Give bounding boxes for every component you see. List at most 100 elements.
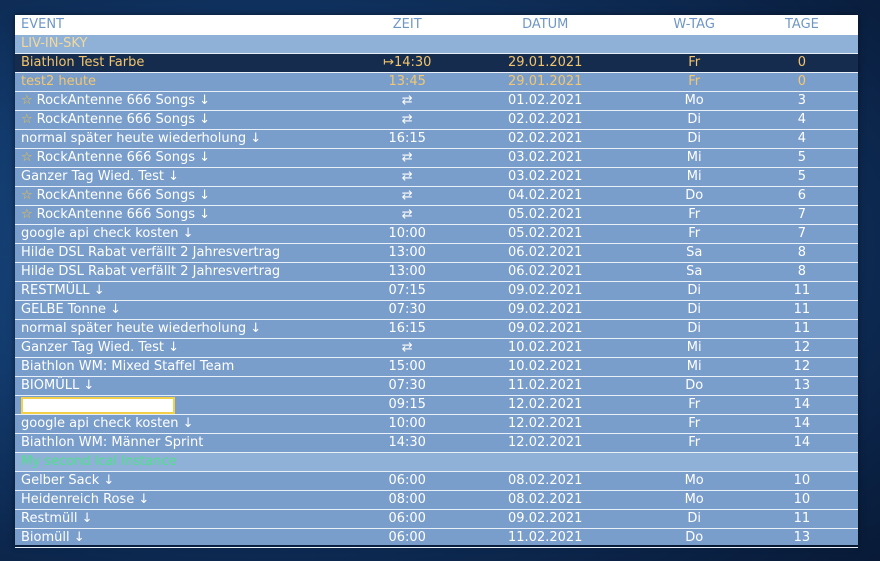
date-cell: 02.02.2021	[508, 131, 583, 146]
event-cell: ☆ RockAntenne 666 Songs ↓	[15, 111, 367, 129]
date-cell: 29.01.2021	[508, 74, 583, 89]
table-header: EVENT ZEIT DATUM W-TAG TAGE	[15, 15, 858, 35]
star-icon: ☆	[21, 112, 33, 127]
table-row[interactable]: Ganzer Tag Wied. Test ↓ ⇄ 03.02.2021 Mi 5	[15, 168, 858, 187]
table-row[interactable]: Biathlon Test Farbe ↦14:30 29.01.2021 Fr 0	[15, 54, 858, 73]
table-row[interactable]: Biathlon WM: Mixed Staffel Team 15:00 10.0…	[15, 358, 858, 377]
time-cell: ⇄	[401, 93, 413, 108]
table-row[interactable]: Hilde DSL Rabat verfällt 2 Jahresvertrag…	[15, 244, 858, 263]
days-cell: 11	[793, 511, 811, 526]
event-title: normal später heute wiederholung ↓	[21, 321, 262, 336]
event-cell: Biathlon WM: Mixed Staffel Team	[15, 358, 367, 376]
days-cell: 4	[797, 112, 807, 127]
table-row[interactable]: ☆ RockAntenne 666 Songs ↓ ⇄ 03.02.2021 Mi 5	[15, 149, 858, 168]
group-header-liv-in-sky: LIV-IN-SKY	[15, 35, 858, 54]
event-title: Biomüll ↓	[21, 530, 85, 545]
event-cell	[15, 396, 367, 414]
star-icon: ☆	[21, 150, 33, 165]
time-cell: 07:30	[388, 378, 426, 393]
date-cell: 08.02.2021	[508, 473, 583, 488]
date-cell: 12.02.2021	[508, 435, 583, 450]
days-cell: 13	[793, 530, 811, 545]
time-cell: 14:30	[388, 435, 426, 450]
table-row[interactable]: google api check kosten ↓ 10:00 05.02.2021…	[15, 225, 858, 244]
time-cell: 07:15	[388, 283, 426, 298]
days-cell: 5	[797, 150, 807, 165]
event-title: test2 heute	[21, 74, 96, 89]
table-row[interactable]: ☆ RockAntenne 666 Songs ↓ ⇄ 04.02.2021 Do 6	[15, 187, 858, 206]
table-row[interactable]: Biathlon WM: Männer Sprint 14:30 12.02.202…	[15, 434, 858, 453]
weekday-cell: Do	[685, 188, 704, 203]
event-cell: normal später heute wiederholung ↓	[15, 130, 367, 148]
table-row[interactable]: Restmüll ↓ 06:00 09.02.2021 Di 11	[15, 510, 858, 529]
table-row[interactable]: RESTMÜLL ↓ 07:15 09.02.2021 Di 11	[15, 282, 858, 301]
date-cell: 01.02.2021	[508, 93, 583, 108]
table-row[interactable]: ☆ RockAntenne 666 Songs ↓ ⇄ 02.02.2021 Di 4	[15, 111, 858, 130]
event-cell: Hilde DSL Rabat verfällt 2 Jahresvertrag	[15, 263, 367, 281]
weekday-cell: Sa	[686, 264, 703, 279]
event-cell: Heidenreich Rose ↓	[15, 491, 367, 509]
days-cell: 3	[797, 93, 807, 108]
event-title: GELBE Tonne ↓	[21, 302, 121, 317]
time-cell: ↦14:30	[383, 55, 432, 70]
days-cell: 11	[793, 302, 811, 317]
date-cell: 12.02.2021	[508, 397, 583, 412]
time-cell: 16:15	[388, 131, 426, 146]
table-row[interactable]: Biomüll ↓ 06:00 11.02.2021 Do 13	[15, 529, 858, 548]
weekday-cell: Di	[687, 283, 701, 298]
time-cell: 06:00	[388, 473, 426, 488]
event-title: Ganzer Tag Wied. Test ↓	[21, 169, 180, 184]
days-cell: 6	[797, 188, 807, 203]
weekday-cell: Di	[687, 131, 701, 146]
date-cell: 09.02.2021	[508, 283, 583, 298]
table-row[interactable]: Hilde DSL Rabat verfällt 2 Jahresvertrag…	[15, 263, 858, 282]
date-cell: 10.02.2021	[508, 359, 583, 374]
table-row[interactable]: test2 heute 13:45 29.01.2021 Fr 0	[15, 73, 858, 92]
column-header-tage[interactable]: TAGE	[746, 15, 858, 35]
event-title: RockAntenne 666 Songs ↓	[36, 188, 211, 203]
event-cell: ☆ RockAntenne 666 Songs ↓	[15, 92, 367, 110]
event-cell: ☆ RockAntenne 666 Songs ↓	[15, 149, 367, 167]
event-title: Restmüll ↓	[21, 511, 93, 526]
event-title: RockAntenne 666 Songs ↓	[36, 112, 211, 127]
date-cell: 04.02.2021	[508, 188, 583, 203]
column-header-event[interactable]: EVENT	[15, 15, 367, 35]
column-header-wtag[interactable]: W-TAG	[643, 15, 746, 35]
table-row[interactable]: normal später heute wiederholung ↓ 16:15 0…	[15, 320, 858, 339]
event-title: Ganzer Tag Wied. Test ↓	[21, 340, 180, 355]
table-row[interactable]: Ganzer Tag Wied. Test ↓ ⇄ 10.02.2021 Mi 12	[15, 339, 858, 358]
weekday-cell: Mi	[686, 359, 702, 374]
table-row[interactable]: google api check kosten ↓ 10:00 12.02.2021…	[15, 415, 858, 434]
days-cell: 12	[793, 340, 811, 355]
table-row[interactable]: ☆ RockAntenne 666 Songs ↓ ⇄ 05.02.2021 Fr 7	[15, 206, 858, 225]
event-title: Heidenreich Rose ↓	[21, 492, 150, 507]
days-cell: 14	[793, 435, 811, 450]
weekday-cell: Fr	[688, 226, 701, 241]
table-row[interactable]: ☆ RockAntenne 666 Songs ↓ ⇄ 01.02.2021 Mo 3	[15, 92, 858, 111]
event-cell: Gelber Sack ↓	[15, 472, 367, 490]
time-cell: ⇄	[401, 207, 413, 222]
date-cell: 09.02.2021	[508, 302, 583, 317]
weekday-cell: Di	[687, 302, 701, 317]
event-cell: Hilde DSL Rabat verfällt 2 Jahresvertrag	[15, 244, 367, 262]
table-row[interactable]: 09:15 12.02.2021 Fr 14	[15, 396, 858, 415]
days-cell: 11	[793, 283, 811, 298]
table-row[interactable]: GELBE Tonne ↓ 07:30 09.02.2021 Di 11	[15, 301, 858, 320]
event-edit-field[interactable]	[21, 397, 175, 414]
days-cell: 10	[793, 473, 811, 488]
calendar-panel: EVENT ZEIT DATUM W-TAG TAGE LIV-IN-SKY B…	[15, 15, 858, 548]
column-header-zeit[interactable]: ZEIT	[367, 15, 448, 35]
time-cell: ⇄	[401, 169, 413, 184]
event-cell: Biathlon Test Farbe	[15, 54, 367, 72]
column-header-datum[interactable]: DATUM	[448, 15, 643, 35]
date-cell: 06.02.2021	[508, 245, 583, 260]
table-row[interactable]: BIOMÜLL ↓ 07:30 11.02.2021 Do 13	[15, 377, 858, 396]
event-title: Hilde DSL Rabat verfällt 2 Jahresvertrag	[21, 264, 281, 279]
event-title: google api check kosten ↓	[21, 416, 194, 431]
star-icon: ☆	[21, 93, 33, 108]
weekday-cell: Mo	[684, 473, 704, 488]
table-row[interactable]: normal später heute wiederholung ↓ 16:15 0…	[15, 130, 858, 149]
table-row[interactable]: Heidenreich Rose ↓ 08:00 08.02.2021 Mo 10	[15, 491, 858, 510]
table-row[interactable]: Gelber Sack ↓ 06:00 08.02.2021 Mo 10	[15, 472, 858, 491]
event-title: Biathlon Test Farbe	[21, 55, 145, 70]
